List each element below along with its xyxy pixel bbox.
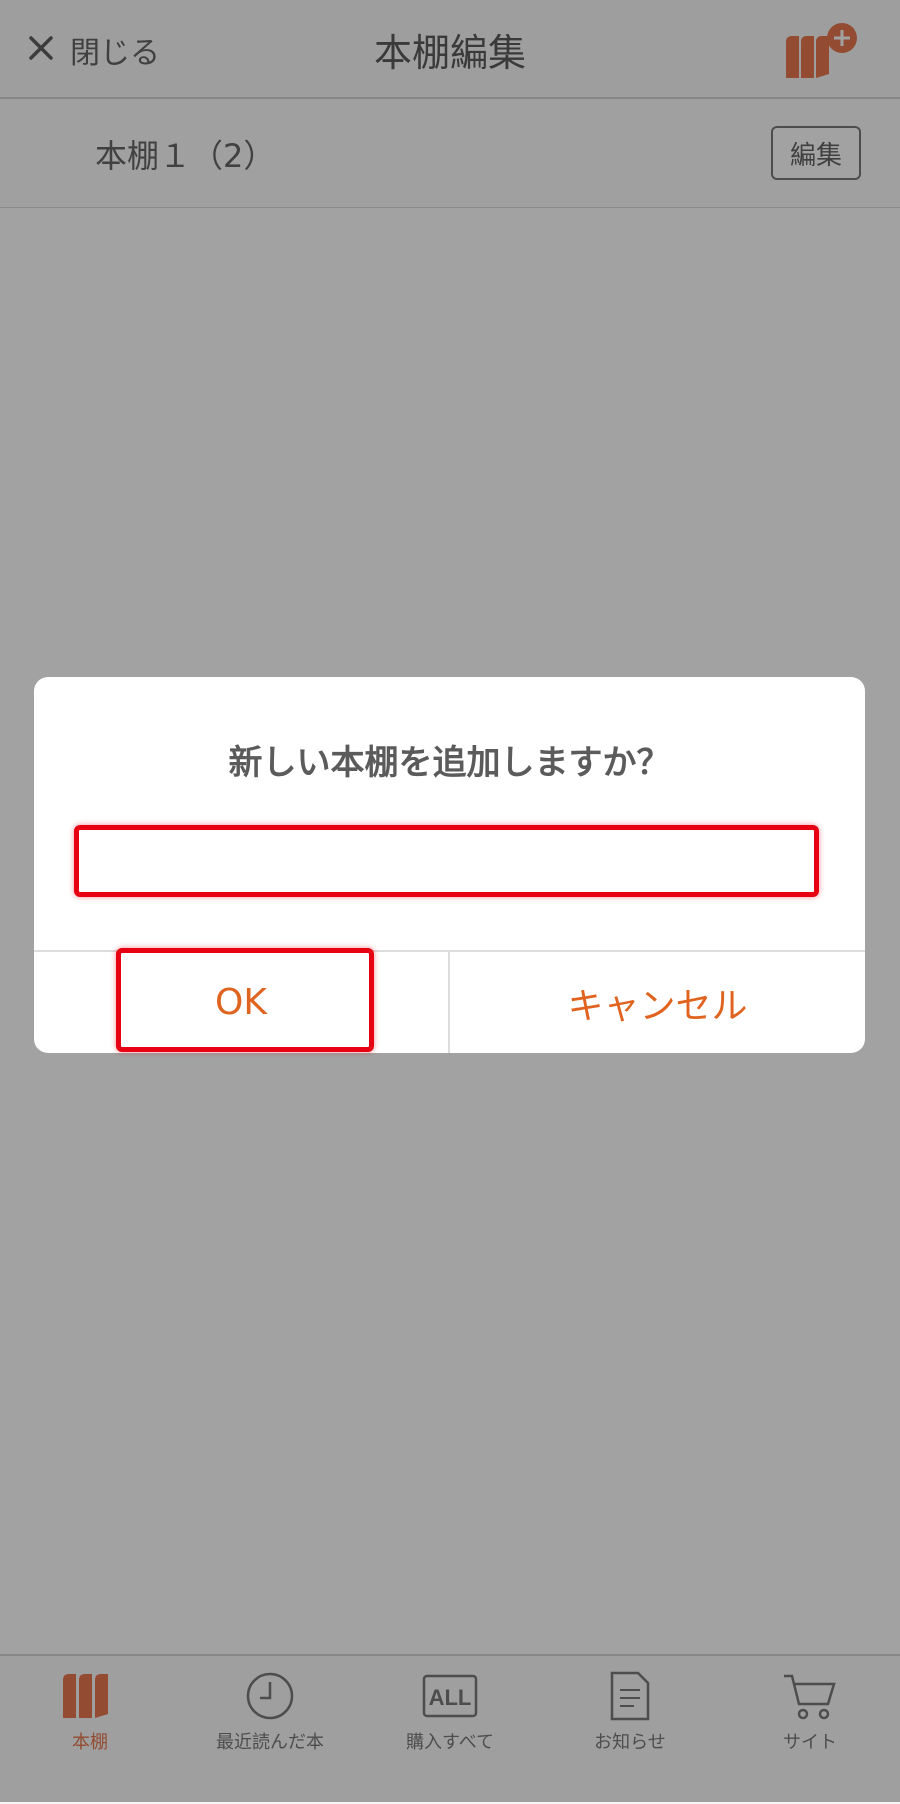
dialog-title: 新しい本棚を追加しますか？ — [228, 743, 671, 783]
add-shelf-dialog: 新しい本棚を追加しますか？ OK キャンセル — [34, 677, 865, 1053]
shelf-name-input[interactable] — [78, 827, 817, 893]
cancel-button[interactable]: キャンセル — [450, 952, 865, 1053]
ok-button[interactable]: OK — [34, 952, 448, 1053]
